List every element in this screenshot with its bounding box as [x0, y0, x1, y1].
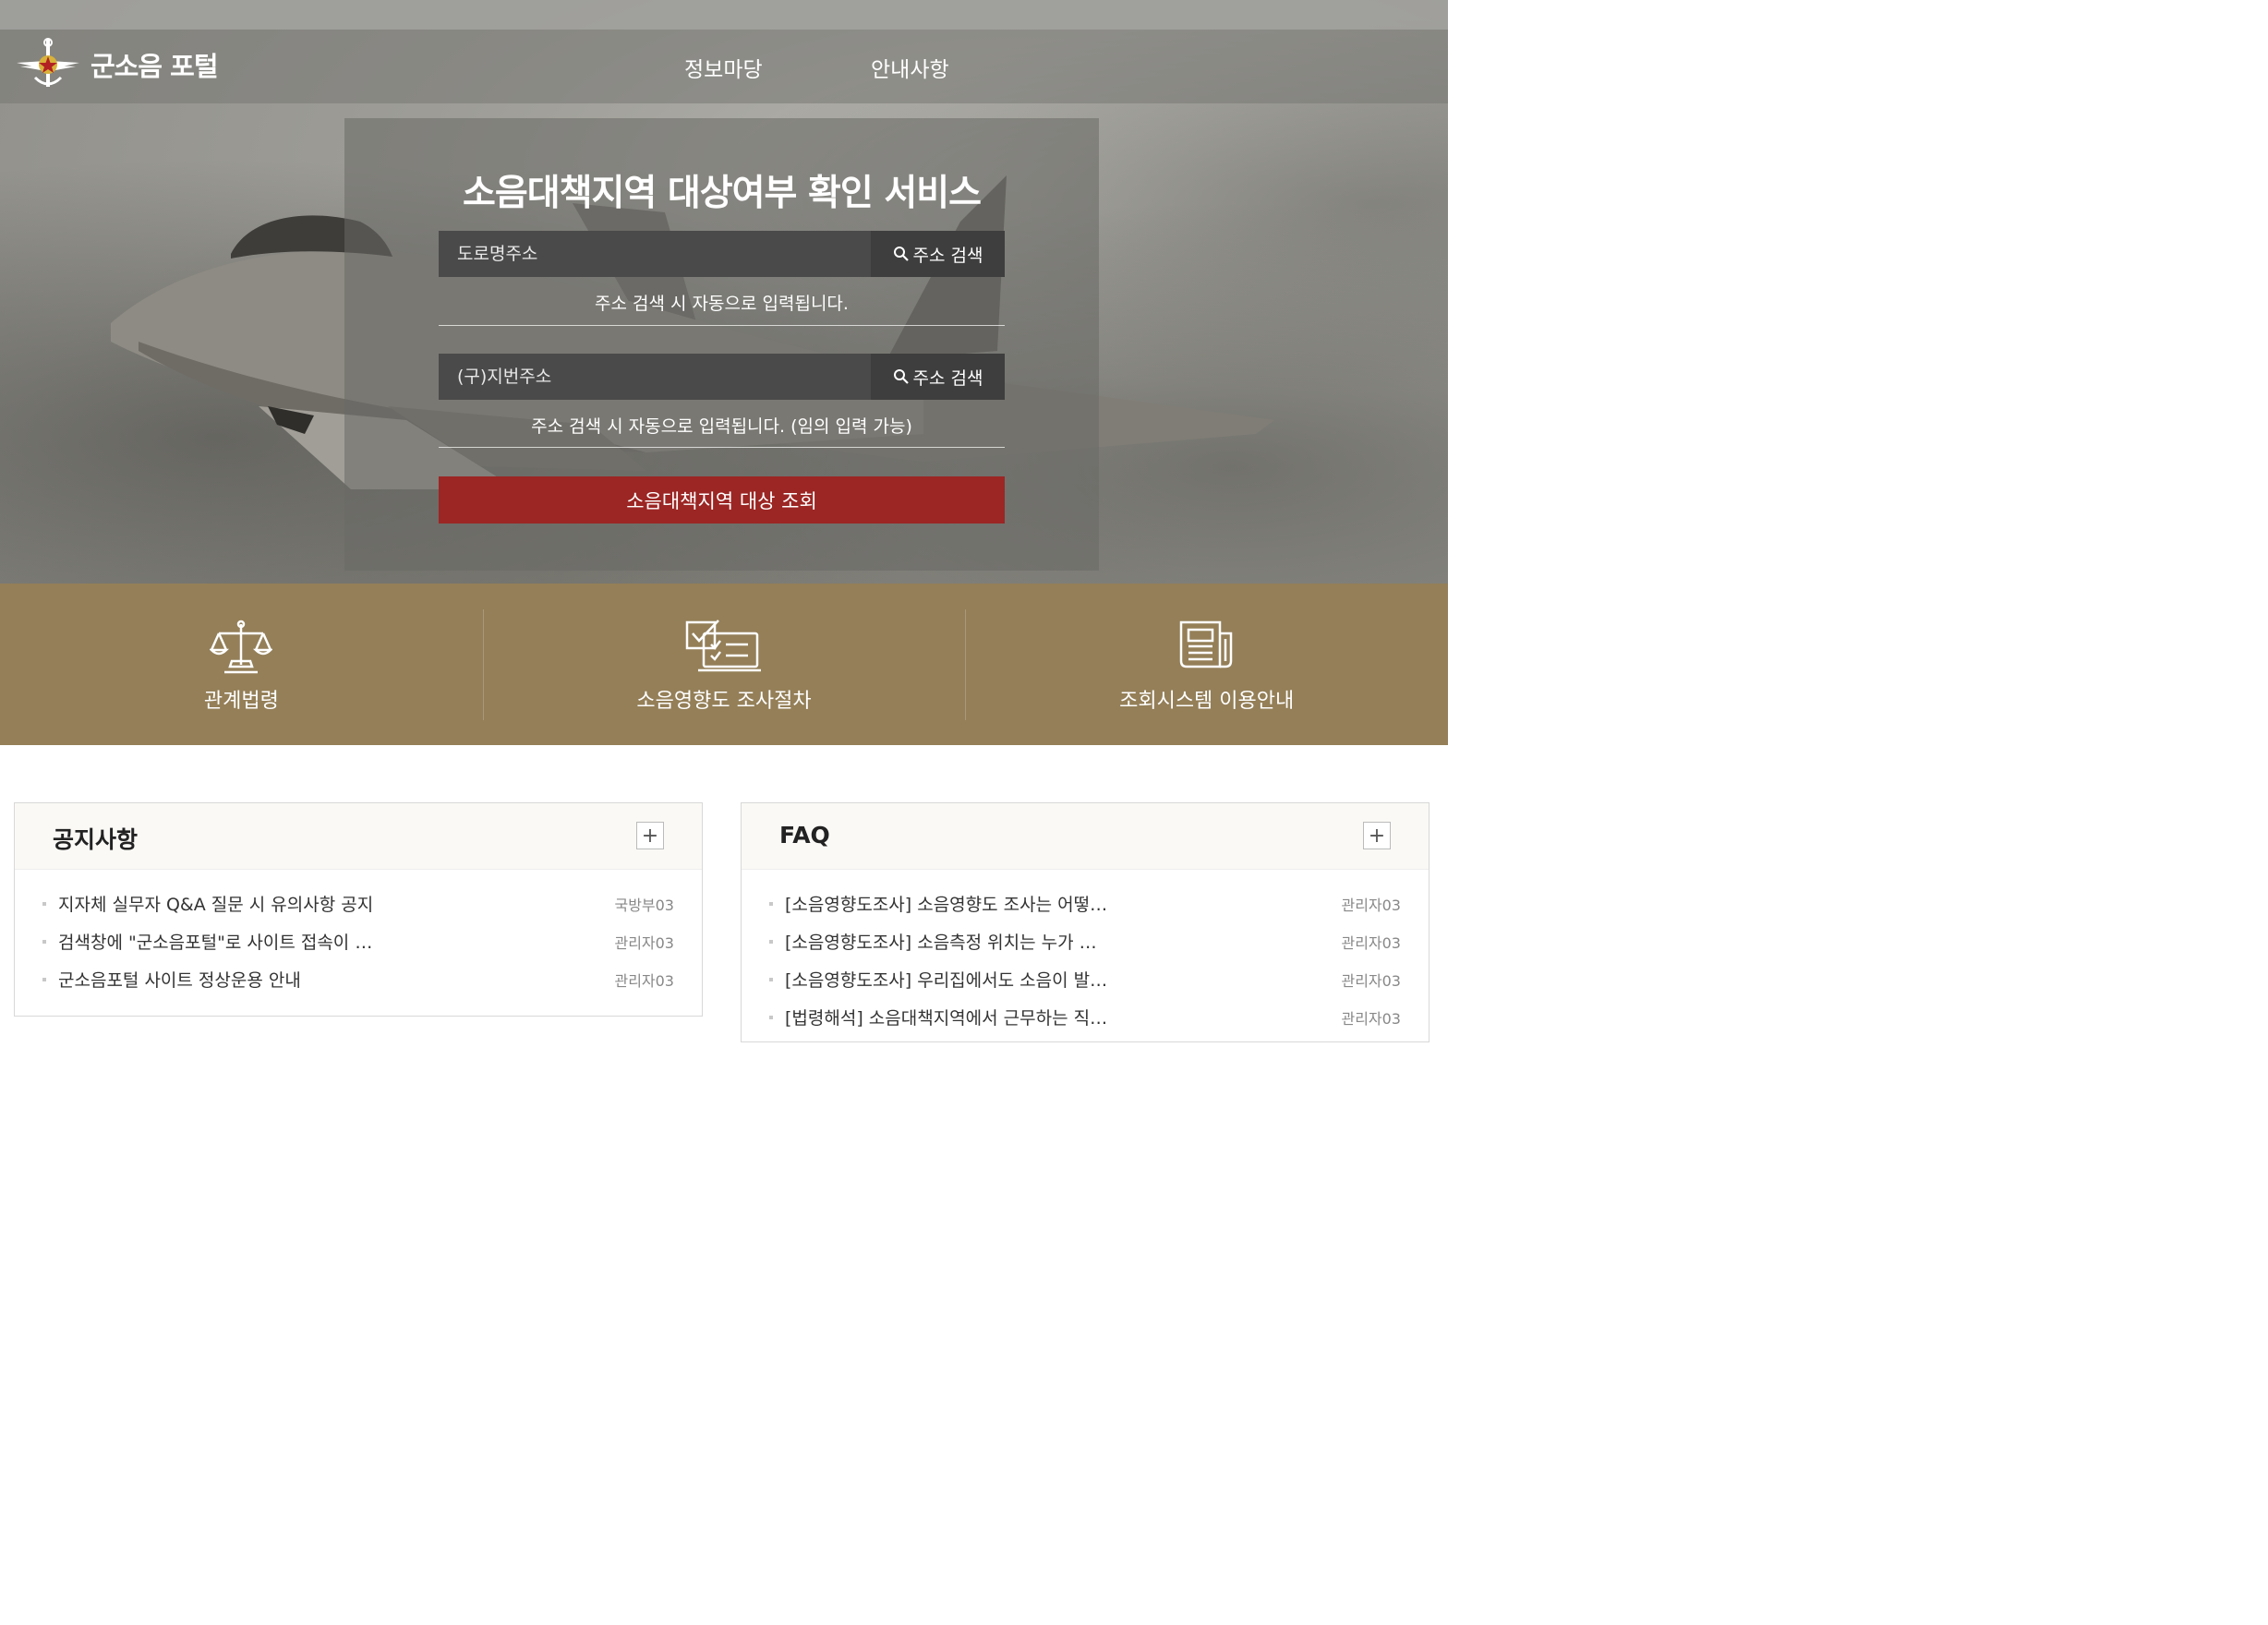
separator: [965, 609, 967, 720]
search-button-label: 주소 검색: [912, 245, 983, 266]
nav-item-notice[interactable]: 안내사항: [871, 52, 949, 83]
list-item[interactable]: [소음영향도조사] 우리집에서도 소음이 발… 관리자03: [769, 960, 1401, 998]
list-item[interactable]: 검색창에 "군소음포털"로 사이트 접속이 … 관리자03: [42, 922, 674, 960]
site-logo[interactable]: 군소음 포털: [15, 37, 218, 92]
lot-address-row: 주소 검색: [439, 354, 1005, 400]
bullet-icon: [42, 901, 46, 906]
quick-links-bar: 관계법령 소음영향도 조사절차 조회시스템 이용안내: [0, 584, 1448, 745]
bullet-icon: [769, 1015, 773, 1019]
notice-more-button[interactable]: +: [636, 822, 664, 849]
list-item[interactable]: [법령해석] 소음대책지역에서 근무하는 직… 관리자03: [769, 998, 1401, 1036]
list-item-title: 지자체 실무자 Q&A 질문 시 유의사항 공지: [58, 895, 374, 915]
list-item-author: 국방부03: [614, 896, 674, 914]
bullet-icon: [42, 939, 46, 944]
list-item-title: [법령해석] 소음대책지역에서 근무하는 직…: [785, 1008, 1108, 1029]
list-item-author: 관리자03: [614, 933, 674, 952]
separator: [482, 609, 484, 720]
quick-link-label: 조회시스템 이용안내: [1119, 690, 1295, 713]
bullet-icon: [42, 977, 46, 981]
noise-area-lookup-button[interactable]: 소음대책지역 대상 조회: [439, 476, 1005, 524]
search-title: 소음대책지역 대상여부 확인 서비스: [463, 173, 982, 214]
list-item[interactable]: [소음영향도조사] 소음영향도 조사는 어떻… 관리자03: [769, 885, 1401, 922]
faq-board: FAQ + [소음영향도조사] 소음영향도 조사는 어떻… 관리자03 [소음영…: [741, 802, 1430, 1042]
notice-board-header: 공지사항 +: [15, 803, 702, 870]
divider: [439, 447, 1005, 448]
faq-board-title: FAQ: [779, 822, 830, 849]
scales-icon: [210, 620, 273, 674]
checklist-icon: [685, 620, 761, 672]
lot-address-search-button[interactable]: 주소 검색: [871, 354, 1005, 400]
search-button-label: 주소 검색: [912, 367, 983, 389]
lot-address-hint: 주소 검색 시 자동으로 입력됩니다. (임의 입력 가능): [531, 416, 912, 437]
search-icon: [893, 247, 909, 261]
road-address-search-button[interactable]: 주소 검색: [871, 231, 1005, 277]
faq-list: [소음영향도조사] 소음영향도 조사는 어떻… 관리자03 [소음영향도조사] …: [742, 870, 1429, 1036]
notice-board-title: 공지사항: [53, 826, 139, 853]
bullet-icon: [769, 901, 773, 906]
site-header: 군소음 포털 정보마당 안내사항: [0, 30, 1448, 103]
list-item-author: 관리자03: [1341, 971, 1401, 990]
bullet-icon: [769, 939, 773, 944]
newspaper-icon: [1179, 620, 1232, 668]
nav-item-info[interactable]: 정보마당: [684, 52, 763, 83]
quick-link-survey-procedure[interactable]: 소음영향도 조사절차: [482, 584, 966, 745]
logo-text: 군소음 포털: [90, 51, 218, 82]
plus-icon: +: [1368, 824, 1386, 848]
list-item-author: 관리자03: [1341, 933, 1401, 952]
list-item[interactable]: 군소음포털 사이트 정상운용 안내 관리자03: [42, 960, 674, 998]
lot-address-input[interactable]: [439, 354, 871, 400]
list-item-title: [소음영향도조사] 우리집에서도 소음이 발…: [785, 970, 1108, 991]
list-item-title: [소음영향도조사] 소음측정 위치는 누가 …: [785, 933, 1097, 953]
search-panel: 소음대책지역 대상여부 확인 서비스 주소 검색 주소 검색 시 자동으로 입력…: [344, 118, 1099, 571]
quick-link-system-guide[interactable]: 조회시스템 이용안내: [965, 584, 1448, 745]
quick-link-label: 소음영향도 조사절차: [636, 690, 812, 713]
list-item-author: 관리자03: [614, 971, 674, 990]
quick-link-laws[interactable]: 관계법령: [0, 584, 483, 745]
list-item[interactable]: [소음영향도조사] 소음측정 위치는 누가 … 관리자03: [769, 922, 1401, 960]
list-item-title: 검색창에 "군소음포털"로 사이트 접속이 …: [58, 933, 373, 953]
search-icon: [893, 369, 909, 384]
list-item-author: 관리자03: [1341, 1009, 1401, 1028]
road-address-row: 주소 검색: [439, 231, 1005, 277]
list-item[interactable]: 지자체 실무자 Q&A 질문 시 유의사항 공지 국방부03: [42, 885, 674, 922]
divider: [439, 325, 1005, 326]
top-strip: [0, 0, 1448, 30]
bullet-icon: [769, 977, 773, 981]
faq-more-button[interactable]: +: [1363, 822, 1391, 849]
quick-link-label: 관계법령: [203, 690, 279, 713]
notice-list: 지자체 실무자 Q&A 질문 시 유의사항 공지 국방부03 검색창에 "군소음…: [15, 870, 702, 998]
faq-board-header: FAQ +: [742, 803, 1429, 870]
list-item-author: 관리자03: [1341, 896, 1401, 914]
mnd-emblem-icon: [17, 38, 79, 87]
notice-board: 공지사항 + 지자체 실무자 Q&A 질문 시 유의사항 공지 국방부03 검색…: [14, 802, 703, 1017]
list-item-title: [소음영향도조사] 소음영향도 조사는 어떻…: [785, 895, 1108, 915]
road-address-hint: 주소 검색 시 자동으로 입력됩니다.: [595, 294, 849, 314]
plus-icon: +: [641, 824, 659, 848]
list-item-title: 군소음포털 사이트 정상운용 안내: [58, 970, 301, 991]
road-address-input[interactable]: [439, 231, 871, 277]
